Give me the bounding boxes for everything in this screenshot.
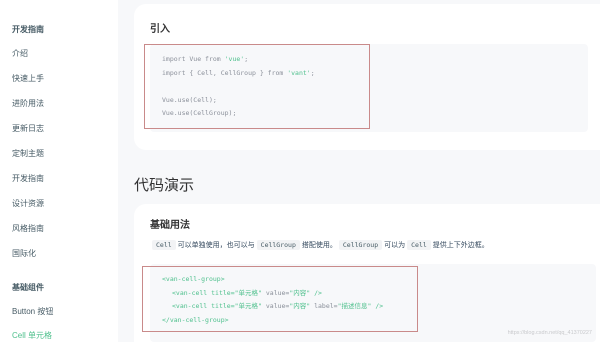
code-line: <van-cell title="单元格" value="内容" label="… [172,302,384,310]
sidebar-item-design[interactable]: 设计资源 [12,198,44,209]
sidebar-item-advanced[interactable]: 进阶用法 [12,98,44,109]
import-card: 引入 import Vue from 'vue'; import { Cell,… [134,4,600,150]
description-text: Cell 可以单独使用，也可以与 CellGroup 搭配使用。 CellGroup 可以… [150,240,489,250]
sidebar-item-button[interactable]: Button 按钮 [12,306,53,317]
sidebar-item-theme[interactable]: 定制主题 [12,148,44,159]
sidebar-item-dev-guide[interactable]: 开发指南 [12,173,44,184]
sidebar: 开发指南 介绍 快速上手 进阶用法 更新日志 定制主题 开发指南 设计资源 风格… [0,0,118,342]
sidebar-item-intro[interactable]: 介绍 [12,48,28,59]
sidebar-item-i18n[interactable]: 国际化 [12,248,36,259]
code-line: import Vue from 'vue'; [162,55,249,63]
code-line: import { Cell, CellGroup } from 'vant'; [162,68,315,77]
code-line: Vue.use(CellGroup); [162,109,237,117]
sidebar-item-cell[interactable]: Cell 单元格 [12,330,52,341]
code-block: import Vue from 'vue'; import { Cell, Ce… [150,44,588,132]
code-line: </van-cell-group> [162,315,229,324]
inline-code: CellGroup [338,240,383,250]
main-content: 引入 import Vue from 'vue'; import { Cell,… [118,0,600,342]
code-line: <van-cell-group> [162,275,225,283]
card-title: 引入 [150,24,170,35]
sidebar-item-quickstart[interactable]: 快速上手 [12,73,44,84]
inline-code: Cell [407,240,431,250]
watermark: https://blog.csdn.net/qq_41370227 [507,330,592,336]
sidebar-item-style-guide[interactable]: 风格指南 [12,223,44,234]
inline-code: Cell [152,240,176,250]
sidebar-item-changelog[interactable]: 更新日志 [12,123,44,134]
section-title: 代码演示 [134,177,195,194]
card-title: 基础用法 [150,220,190,231]
inline-code: CellGroup [256,240,300,250]
code-line: <van-cell title="单元格" value="内容" /> [172,288,322,297]
nav-group-title-dev-guide: 开发指南 [12,25,44,34]
nav-group-title-basic: 基础组件 [12,283,44,292]
code-line: Vue.use(Cell); [162,95,217,104]
